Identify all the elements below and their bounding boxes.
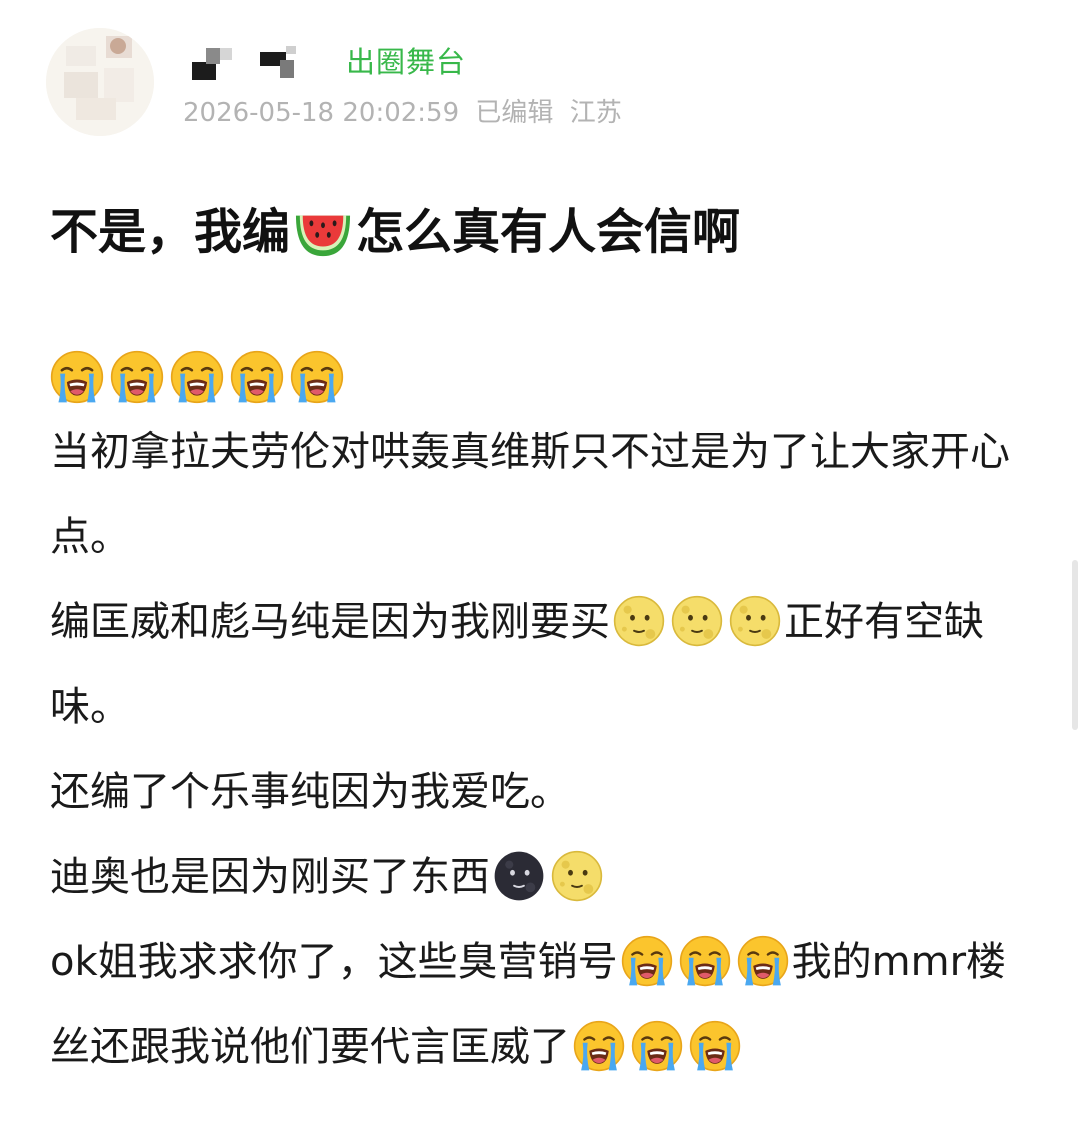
loudly-crying-face-icon — [737, 935, 789, 987]
post-body: 当初拿拉夫劳伦对哄轰真维斯只不过是为了让大家开心点。 编匡威和彪马纯是因为我刚要… — [50, 344, 1025, 1090]
body-paragraph: ok姐我求求你了，这些臭营销号 我的mmr楼丝还跟我说他们要代言匡威了 — [50, 920, 1025, 1090]
username-redacted[interactable] — [186, 36, 306, 88]
loudly-crying-face-icon — [689, 1020, 741, 1072]
edited-label: 已编辑 — [475, 98, 554, 128]
new-moon-face-icon — [493, 850, 545, 902]
full-moon-face-icon — [551, 850, 603, 902]
title-text-end: 怎么真有人会信啊 — [356, 204, 741, 260]
full-moon-face-icon — [729, 595, 781, 647]
body-text: 迪奥也是因为刚买了东西 — [50, 854, 490, 900]
loudly-crying-face-icon — [679, 935, 731, 987]
post-meta: 2026-05-18 20:02:59 已编辑 江苏 — [183, 94, 622, 132]
topic-tag[interactable]: 出圈舞台 — [346, 42, 466, 82]
post-date: 2026-05-18 20:02:59 — [183, 98, 460, 128]
loudly-crying-face-icon — [170, 350, 224, 404]
loudly-crying-face-icon — [631, 1020, 683, 1072]
body-paragraph: 当初拿拉夫劳伦对哄轰真维斯只不过是为了让大家开心点。 — [50, 410, 1025, 580]
loudly-crying-face-icon — [290, 350, 344, 404]
body-paragraph: 迪奥也是因为刚买了东西 — [50, 835, 1025, 920]
loudly-crying-face-icon — [110, 350, 164, 404]
body-text: 还编了个乐事纯因为我爱吃。 — [50, 769, 570, 815]
loudly-crying-face-icon — [573, 1020, 625, 1072]
post-page: 出圈舞台 2026-05-18 20:02:59 已编辑 江苏 不是，我编 怎么… — [0, 0, 1080, 1147]
emoji-row — [50, 344, 1025, 410]
avatar[interactable] — [46, 28, 154, 136]
post-title: 不是，我编 怎么真有人会信啊 — [50, 196, 740, 268]
loudly-crying-face-icon — [621, 935, 673, 987]
body-paragraph: 编匡威和彪马纯是因为我刚要买 正好有空缺味。 — [50, 580, 1025, 750]
body-text: 当初拿拉夫劳伦对哄轰真维斯只不过是为了让大家开心点。 — [50, 429, 1010, 560]
body-paragraph: 还编了个乐事纯因为我爱吃。 — [50, 750, 1025, 835]
body-text: ok姐我求求你了，这些臭营销号 — [50, 939, 618, 985]
full-moon-face-icon — [613, 595, 665, 647]
loudly-crying-face-icon — [230, 350, 284, 404]
scrollbar[interactable] — [1072, 560, 1078, 730]
loudly-crying-face-icon — [50, 350, 104, 404]
full-moon-face-icon — [671, 595, 723, 647]
post-location: 江苏 — [569, 98, 622, 128]
watermelon-icon — [292, 204, 354, 260]
title-text-start: 不是，我编 — [50, 204, 291, 260]
body-text: 编匡威和彪马纯是因为我刚要买 — [50, 599, 610, 645]
